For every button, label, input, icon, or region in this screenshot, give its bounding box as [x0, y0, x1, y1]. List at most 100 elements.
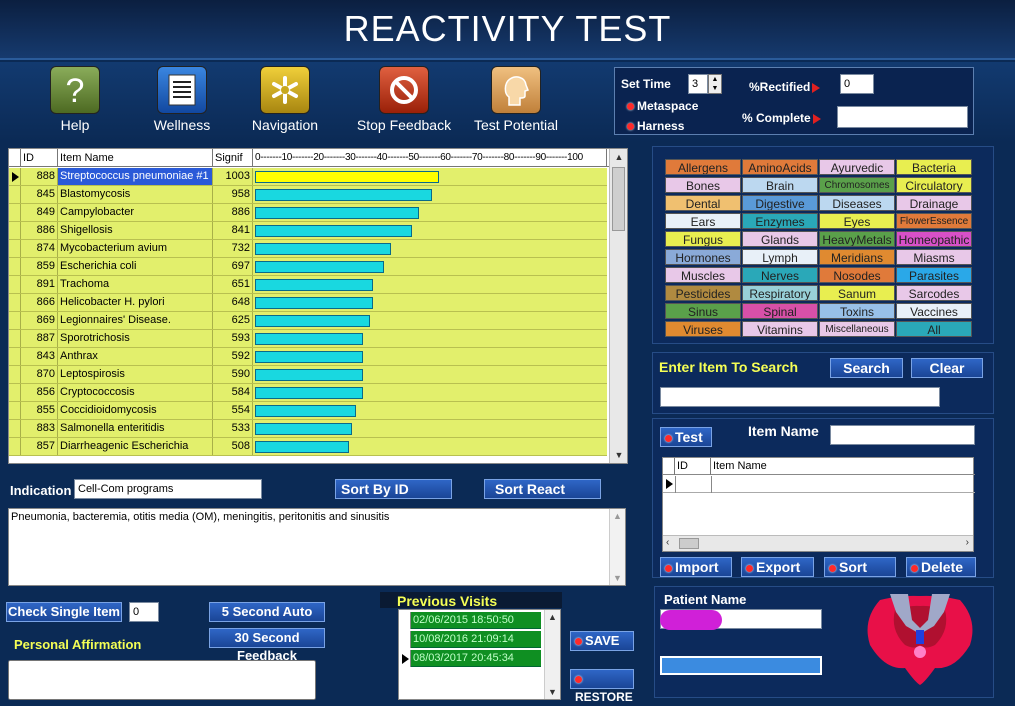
visit-row[interactable]: 08/03/2017 20:45:34 — [411, 650, 541, 667]
scroll-down-icon[interactable]: ▼ — [610, 447, 627, 463]
test-list-hscroll[interactable]: ‹ › — [663, 535, 973, 551]
row-selector[interactable] — [9, 294, 21, 311]
category-nosodes-button[interactable]: Nosodes — [819, 267, 895, 283]
scroll-up-icon[interactable]: ▲ — [613, 511, 622, 521]
scroll-down-icon[interactable]: ▼ — [548, 687, 557, 697]
category-meridians-button[interactable]: Meridians — [819, 249, 895, 265]
category-hormones-button[interactable]: Hormones — [665, 249, 741, 265]
rectified-input[interactable] — [840, 74, 874, 94]
row-selector[interactable] — [9, 384, 21, 401]
test-list-row[interactable] — [663, 476, 975, 493]
category-floweressence-button[interactable]: FlowerEssence — [896, 213, 972, 229]
scroll-up-icon[interactable]: ▲ — [610, 149, 627, 165]
test-col-item-name[interactable]: Item Name — [711, 458, 974, 475]
category-spinal-button[interactable]: Spinal — [742, 303, 818, 319]
row-selector[interactable] — [9, 438, 21, 455]
description-area[interactable]: Pneumonia, bacteremia, otitis media (OM)… — [8, 508, 626, 586]
table-row[interactable]: 845 Blastomycosis 958 — [9, 186, 607, 204]
row-selector[interactable] — [399, 612, 411, 629]
category-chromosomes-button[interactable]: Chromosomes — [819, 177, 895, 193]
category-lymph-button[interactable]: Lymph — [742, 249, 818, 265]
row-selector[interactable] — [9, 222, 21, 239]
test-list[interactable]: ID Item Name ‹ › — [662, 457, 975, 552]
stop-feedback-button[interactable]: Stop Feedback — [348, 66, 460, 138]
save-button[interactable]: SAVE — [570, 631, 634, 651]
visits-list[interactable]: 02/06/2015 18:50:50 10/08/2016 21:09:14 08… — [398, 609, 561, 700]
row-selector[interactable] — [9, 240, 21, 257]
complete-input[interactable] — [837, 106, 968, 128]
table-row[interactable]: 891 Trachoma 651 — [9, 276, 607, 294]
table-row[interactable]: 843 Anthrax 592 — [9, 348, 607, 366]
category-digestive-button[interactable]: Digestive — [742, 195, 818, 211]
clear-button[interactable]: Clear — [911, 358, 983, 378]
category-sanum-button[interactable]: Sanum — [819, 285, 895, 301]
category-dental-button[interactable]: Dental — [665, 195, 741, 211]
category-homeopathic-button[interactable]: Homeopathic — [896, 231, 972, 247]
row-selector[interactable] — [9, 276, 21, 293]
metaspace-option[interactable]: Metaspace — [627, 99, 698, 113]
row-selector[interactable] — [399, 631, 411, 648]
test-potential-button[interactable]: Test Potential — [461, 66, 571, 138]
check-single-item-button[interactable]: Check Single Item — [6, 602, 122, 622]
row-selector[interactable] — [399, 650, 411, 667]
scroll-down-icon[interactable]: ▼ — [613, 573, 622, 583]
indication-input[interactable] — [74, 479, 262, 499]
navigation-button[interactable]: Navigation — [230, 66, 340, 138]
table-row[interactable]: 888 Streptococcus pneumoniae #1 1003 — [9, 168, 607, 186]
reactivity-grid[interactable]: ID Item Name Signif 0-------10-------20-… — [8, 148, 628, 464]
row-selector[interactable] — [9, 330, 21, 347]
row-selector[interactable] — [9, 258, 21, 275]
table-row[interactable]: 874 Mycobacterium avium 732 — [9, 240, 607, 258]
search-input[interactable] — [660, 387, 940, 407]
row-selector[interactable] — [9, 186, 21, 203]
category-sarcodes-button[interactable]: Sarcodes — [896, 285, 972, 301]
hscroll-thumb[interactable] — [679, 538, 699, 549]
row-selector[interactable] — [9, 348, 21, 365]
category-allergens-button[interactable]: Allergens — [665, 159, 741, 175]
row-selector[interactable] — [9, 204, 21, 221]
category-enzymes-button[interactable]: Enzymes — [742, 213, 818, 229]
category-pesticides-button[interactable]: Pesticides — [665, 285, 741, 301]
category-parasites-button[interactable]: Parasites — [896, 267, 972, 283]
row-selector[interactable] — [9, 168, 21, 185]
restore-button[interactable]: RESTORE — [570, 669, 634, 704]
import-button[interactable]: Import — [660, 557, 732, 577]
row-selector[interactable] — [9, 366, 21, 383]
table-row[interactable]: 887 Sporotrichosis 593 — [9, 330, 607, 348]
category-respiratory-button[interactable]: Respiratory — [742, 285, 818, 301]
visit-row[interactable]: 10/08/2016 21:09:14 — [411, 631, 541, 648]
table-row[interactable]: 849 Campylobacter 886 — [9, 204, 607, 222]
category-ears-button[interactable]: Ears — [665, 213, 741, 229]
thirty-second-feedback-button[interactable]: 30 Second Feedback — [209, 628, 325, 663]
table-row[interactable]: 869 Legionnaires' Disease. 625 — [9, 312, 607, 330]
description-scrollbar[interactable]: ▲ ▼ — [609, 509, 625, 585]
category-toxins-button[interactable]: Toxins — [819, 303, 895, 319]
category-miasms-button[interactable]: Miasms — [896, 249, 972, 265]
category-aminoacids-button[interactable]: AminoAcids — [742, 159, 818, 175]
category-muscles-button[interactable]: Muscles — [665, 267, 741, 283]
scroll-right-icon[interactable]: › — [966, 537, 969, 548]
row-selector[interactable] — [9, 402, 21, 419]
col-signif[interactable]: Signif — [213, 149, 253, 167]
test-col-id[interactable]: ID — [675, 458, 711, 475]
sort-button[interactable]: Sort — [824, 557, 896, 577]
table-row[interactable]: 857 Diarrheagenic Escherichia 508 — [9, 438, 607, 456]
table-row[interactable]: 886 Shigellosis 841 — [9, 222, 607, 240]
row-selector[interactable] — [9, 312, 21, 329]
table-row[interactable]: 855 Coccidioidomycosis 554 — [9, 402, 607, 420]
category-brain-button[interactable]: Brain — [742, 177, 818, 193]
table-row[interactable]: 866 Helicobacter H. pylori 648 — [9, 294, 607, 312]
search-button[interactable]: Search — [830, 358, 903, 378]
visit-row[interactable]: 02/06/2015 18:50:50 — [411, 612, 541, 629]
table-row[interactable]: 859 Escherichia coli 697 — [9, 258, 607, 276]
category-viruses-button[interactable]: Viruses — [665, 321, 741, 337]
category-miscellaneous-button[interactable]: Miscellaneous — [819, 321, 895, 337]
category-glands-button[interactable]: Glands — [742, 231, 818, 247]
col-id[interactable]: ID — [21, 149, 58, 167]
row-selector[interactable] — [9, 420, 21, 437]
col-item-name[interactable]: Item Name — [58, 149, 213, 167]
category-circulatory-button[interactable]: Circulatory — [896, 177, 972, 193]
sort-react-button[interactable]: Sort React — [484, 479, 601, 499]
category-ayurvedic-button[interactable]: Ayurvedic — [819, 159, 895, 175]
harness-option[interactable]: Harness — [627, 119, 684, 133]
